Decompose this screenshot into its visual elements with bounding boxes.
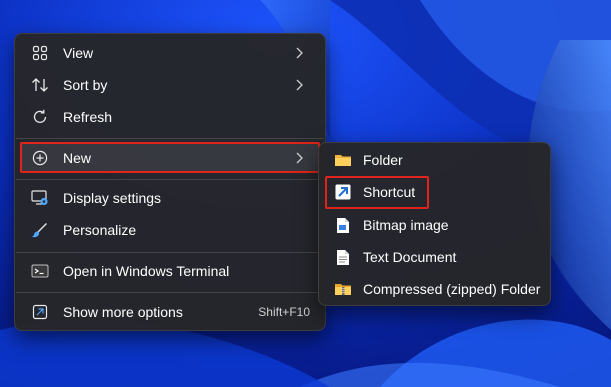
menu-item-show-more-options[interactable]: Show more options Shift+F10 [20, 297, 320, 327]
menu-item-label: Sort by [63, 77, 108, 93]
refresh-icon [31, 108, 49, 126]
menu-item-label: Refresh [63, 109, 113, 125]
new-submenu: Folder Shortcut Bitmap image Text Docume… [318, 142, 551, 306]
zipped-folder-icon [334, 280, 352, 298]
menu-item-label: View [63, 45, 94, 61]
submenu-item-label: Bitmap image [363, 217, 449, 233]
submenu-item-label: Folder [363, 152, 403, 168]
new-plus-circle-icon [31, 149, 49, 167]
menu-item-label: Open in Windows Terminal [63, 263, 230, 279]
sort-arrows-icon [31, 76, 49, 94]
submenu-item-folder[interactable]: Folder [324, 145, 545, 175]
terminal-icon [31, 262, 49, 280]
submenu-item-label: Compressed (zipped) Folder [363, 281, 541, 297]
menu-item-personalize[interactable]: Personalize [20, 215, 320, 245]
desktop-context-menu: View Sort by Refresh New Display setting… [14, 33, 326, 331]
chevron-right-icon [292, 78, 306, 92]
keyboard-shortcut: Shift+F10 [258, 305, 310, 319]
chevron-right-icon [292, 46, 306, 60]
brush-icon [31, 221, 49, 239]
menu-separator [16, 179, 324, 180]
menu-separator [16, 292, 324, 293]
menu-separator [16, 138, 324, 139]
submenu-item-label: Shortcut [363, 184, 416, 200]
menu-item-label: New [63, 149, 92, 166]
text-document-icon [334, 248, 352, 266]
menu-item-label: Show more options [63, 304, 183, 320]
shortcut-arrow-icon [334, 183, 352, 201]
menu-item-refresh[interactable]: Refresh [20, 102, 320, 132]
menu-item-open-in-windows-terminal[interactable]: Open in Windows Terminal [20, 256, 320, 286]
menu-item-new[interactable]: New [20, 142, 320, 173]
menu-item-display-settings[interactable]: Display settings [20, 183, 320, 213]
chevron-right-icon [292, 151, 306, 165]
submenu-item-bitmap-image[interactable]: Bitmap image [324, 210, 545, 240]
submenu-item-label: Text Document [363, 249, 457, 265]
submenu-item-shortcut[interactable]: Shortcut [324, 177, 545, 207]
menu-item-sort-by[interactable]: Sort by [20, 70, 320, 100]
menu-item-view[interactable]: View [20, 38, 320, 68]
show-more-options-icon [31, 303, 49, 321]
menu-item-label: Personalize [63, 222, 137, 238]
display-settings-icon [31, 189, 49, 207]
menu-separator [16, 252, 324, 253]
bitmap-image-icon [334, 216, 352, 234]
view-grid-icon [31, 44, 49, 62]
submenu-item-text-document[interactable]: Text Document [324, 242, 545, 272]
menu-item-label: Display settings [63, 190, 162, 206]
folder-icon [334, 151, 352, 169]
submenu-item-compressed-zipped-folder[interactable]: Compressed (zipped) Folder [324, 274, 545, 304]
